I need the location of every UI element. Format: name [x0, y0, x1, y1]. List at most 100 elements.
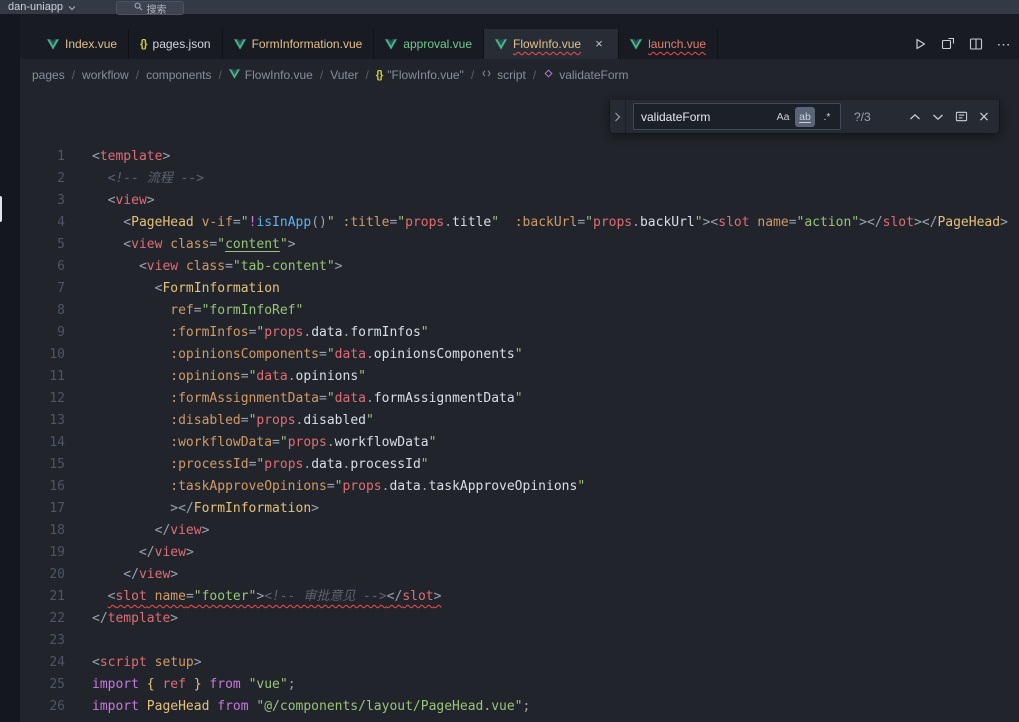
- code-line[interactable]: 3 <view>: [20, 190, 1019, 212]
- editor-pane[interactable]: Aa ab .* ?/3 × 1<template>2 <!-- 流程 -->3…: [20, 90, 1019, 722]
- code-line[interactable]: 5 <view class="content">: [20, 234, 1019, 256]
- tab-label: pages.json: [153, 37, 211, 51]
- next-match-button[interactable]: [928, 107, 948, 127]
- line-number[interactable]: 16: [20, 476, 65, 498]
- line-number[interactable]: 14: [20, 432, 65, 454]
- breadcrumb-item-vuter[interactable]: Vuter: [330, 68, 358, 82]
- run-button[interactable]: [909, 33, 931, 55]
- tab-index-vue[interactable]: Index.vue: [36, 29, 129, 59]
- breadcrumb-item-file[interactable]: FlowInfo.vue: [229, 68, 313, 82]
- line-number[interactable]: 8: [20, 300, 65, 322]
- line-number[interactable]: 12: [20, 388, 65, 410]
- line-number[interactable]: 11: [20, 366, 65, 388]
- code-line[interactable]: 19 </view>: [20, 542, 1019, 564]
- code-line[interactable]: 26import PageHead from "@/components/lay…: [20, 696, 1019, 718]
- more-actions-button[interactable]: ⋯: [993, 33, 1015, 55]
- code-line[interactable]: 14 :workflowData="props.workflowData": [20, 432, 1019, 454]
- code-line[interactable]: 17 ></FormInformation>: [20, 498, 1019, 520]
- line-number[interactable]: 3: [20, 190, 65, 212]
- code-line[interactable]: 24<script setup>: [20, 652, 1019, 674]
- code-line[interactable]: 25import { ref } from "vue";: [20, 674, 1019, 696]
- active-view-indicator: [0, 196, 2, 222]
- tab-forminformation-vue[interactable]: FormInformation.vue: [223, 29, 375, 59]
- code-line[interactable]: 12 :formAssignmentData="data.formAssignm…: [20, 388, 1019, 410]
- split-editor-icon: [969, 37, 983, 51]
- tab-pages-json[interactable]: { } pages.json: [129, 29, 223, 59]
- code-line[interactable]: 10 :opinionsComponents="data.opinionsCom…: [20, 344, 1019, 366]
- line-number[interactable]: 18: [20, 520, 65, 542]
- breadcrumb-item-validateform[interactable]: validateForm: [543, 68, 628, 82]
- tab-label: approval.vue: [403, 37, 472, 51]
- regex-button[interactable]: .*: [817, 107, 837, 127]
- previous-match-button[interactable]: [905, 107, 925, 127]
- code-line[interactable]: 6 <view class="tab-content">: [20, 256, 1019, 278]
- breadcrumb-item-script[interactable]: script: [481, 68, 526, 82]
- match-case-button[interactable]: Aa: [773, 107, 793, 127]
- find-input-box: Aa ab .*: [633, 103, 841, 130]
- find-in-selection-button[interactable]: [951, 107, 971, 127]
- line-number[interactable]: 9: [20, 322, 65, 344]
- play-icon: [913, 37, 927, 51]
- line-number[interactable]: 1: [20, 146, 65, 168]
- line-number[interactable]: 13: [20, 410, 65, 432]
- breadcrumb-separator: /: [471, 68, 474, 82]
- code-line[interactable]: 16 :taskApproveOpinions="props.data.task…: [20, 476, 1019, 498]
- line-number[interactable]: 4: [20, 212, 65, 234]
- code-line[interactable]: 20 </view>: [20, 564, 1019, 586]
- app-menu-button[interactable]: dan-uniapp: [0, 0, 84, 14]
- tab-label: FlowInfo.vue: [513, 37, 581, 51]
- code-line[interactable]: 1<template>: [20, 146, 1019, 168]
- breadcrumb-separator: /: [365, 68, 368, 82]
- breadcrumb-separator: /: [218, 68, 221, 82]
- close-icon[interactable]: ×: [591, 36, 607, 52]
- code-line[interactable]: 9 :formInfos="props.data.formInfos": [20, 322, 1019, 344]
- line-number[interactable]: 22: [20, 608, 65, 630]
- tab-launch-vue[interactable]: launch.vue: [619, 29, 718, 59]
- editor-code[interactable]: 1<template>2 <!-- 流程 -->3 <view>4 <PageH…: [20, 146, 1019, 718]
- title-bar: dan-uniapp 搜索: [0, 0, 1019, 14]
- line-number[interactable]: 26: [20, 696, 65, 718]
- code-line[interactable]: 21 <slot name="footer"><!-- 审批意见 --></sl…: [20, 586, 1019, 608]
- open-preview-button[interactable]: [937, 33, 959, 55]
- close-icon[interactable]: ×: [974, 107, 994, 127]
- code-line[interactable]: 15 :processId="props.data.processId": [20, 454, 1019, 476]
- line-number[interactable]: 23: [20, 630, 65, 652]
- vue-icon: [630, 39, 642, 50]
- line-number[interactable]: 17: [20, 498, 65, 520]
- line-number[interactable]: 10: [20, 344, 65, 366]
- code-line[interactable]: 22</template>: [20, 608, 1019, 630]
- line-number[interactable]: 6: [20, 256, 65, 278]
- tab-approval-vue[interactable]: approval.vue: [374, 29, 484, 59]
- code-line[interactable]: 18 </view>: [20, 520, 1019, 542]
- code-line[interactable]: 11 :opinions="data.opinions": [20, 366, 1019, 388]
- line-number[interactable]: 5: [20, 234, 65, 256]
- breadcrumb-item-workflow[interactable]: workflow: [82, 68, 129, 82]
- whole-word-button[interactable]: ab: [795, 107, 815, 127]
- breadcrumb-item-pages[interactable]: pages: [32, 68, 65, 82]
- vue-icon: [229, 68, 240, 82]
- global-search-button[interactable]: 搜索: [116, 1, 184, 15]
- chevron-up-icon: [909, 113, 921, 121]
- code-line[interactable]: 7 <FormInformation: [20, 278, 1019, 300]
- code-line[interactable]: 23: [20, 630, 1019, 652]
- breadcrumb-item-components[interactable]: components: [146, 68, 211, 82]
- tab-flowinfo-vue[interactable]: FlowInfo.vue ×: [484, 29, 619, 59]
- find-input[interactable]: [641, 110, 771, 124]
- line-number[interactable]: 24: [20, 652, 65, 674]
- code-line[interactable]: 2 <!-- 流程 -->: [20, 168, 1019, 190]
- code-line[interactable]: 13 :disabled="props.disabled": [20, 410, 1019, 432]
- split-editor-button[interactable]: [965, 33, 987, 55]
- line-number[interactable]: 2: [20, 168, 65, 190]
- breadcrumb-item-sfc-name[interactable]: { } "FlowInfo.vue": [376, 68, 464, 82]
- code-line[interactable]: 8 ref="formInfoRef": [20, 300, 1019, 322]
- vue-icon: [385, 39, 397, 50]
- line-number[interactable]: 20: [20, 564, 65, 586]
- line-number[interactable]: 19: [20, 542, 65, 564]
- code-line[interactable]: 4 <PageHead v-if="!isInApp()" :title="pr…: [20, 212, 1019, 234]
- toggle-replace-button[interactable]: [610, 100, 626, 133]
- vue-icon: [495, 39, 507, 50]
- line-number[interactable]: 25: [20, 674, 65, 696]
- line-number[interactable]: 21: [20, 586, 65, 608]
- line-number[interactable]: 7: [20, 278, 65, 300]
- line-number[interactable]: 15: [20, 454, 65, 476]
